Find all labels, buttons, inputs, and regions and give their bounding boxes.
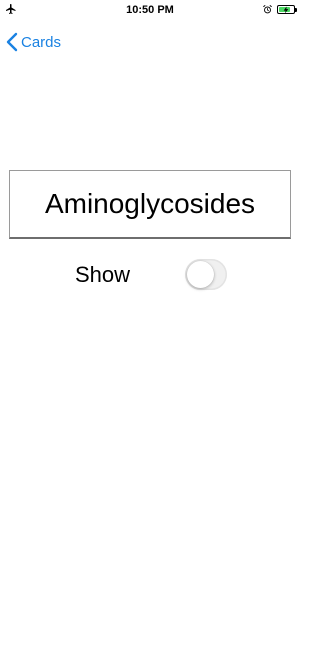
- status-bar: 10:50 PM: [0, 0, 300, 20]
- card-term-box: Aminoglycosides: [9, 170, 291, 239]
- card-term: Aminoglycosides: [44, 188, 256, 219]
- status-time: 10:50 PM: [126, 4, 174, 16]
- battery-charging-icon: [277, 5, 297, 14]
- back-button[interactable]: Cards: [6, 30, 61, 54]
- bolt-icon: [283, 6, 289, 13]
- chevron-left-icon: [6, 32, 18, 52]
- show-toggle[interactable]: [185, 259, 227, 290]
- show-label: Show: [75, 262, 131, 287]
- status-icons: [262, 4, 297, 15]
- back-button-label: Cards: [21, 33, 62, 51]
- alarm-icon: [263, 4, 272, 14]
- screen: 10:50 PM Cards Aminoglycosides Show: [0, 0, 300, 649]
- toggle-knob: [187, 261, 214, 288]
